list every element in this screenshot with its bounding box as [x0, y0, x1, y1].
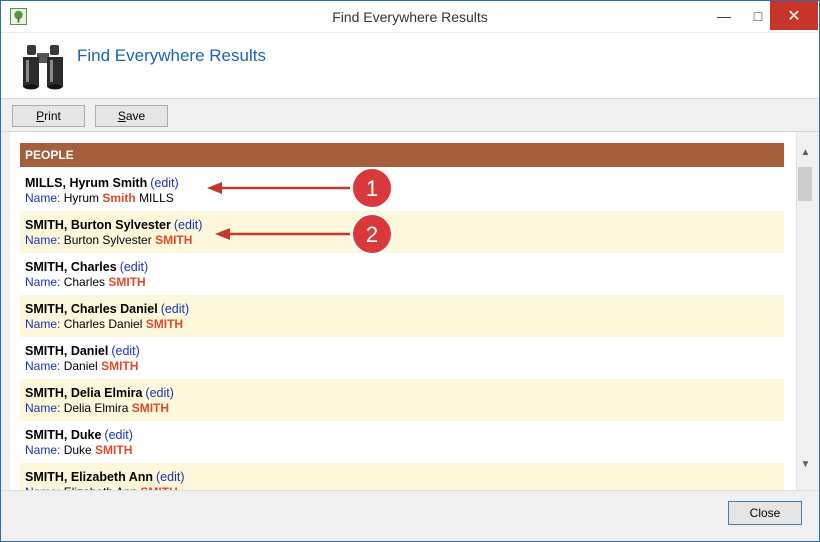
- match-highlight: SMITH: [108, 275, 146, 289]
- field-label: Name:: [25, 233, 61, 247]
- binoculars-icon: [23, 45, 63, 90]
- name-prefix: Hyrum: [63, 191, 100, 205]
- field-label: Name:: [25, 401, 61, 415]
- name-prefix: Burton Sylvester: [63, 233, 152, 247]
- scroll-down-icon[interactable]: ▼: [797, 458, 814, 472]
- scroll-up-icon[interactable]: ▲: [797, 146, 814, 160]
- match-highlight: SMITH: [131, 401, 170, 415]
- window-title: Find Everywhere Results: [332, 9, 488, 25]
- match-highlight: SMITH: [101, 359, 139, 373]
- name-prefix: Delia Elmira: [63, 401, 129, 415]
- name-suffix: MILLS: [139, 191, 174, 205]
- results-pane[interactable]: PEOPLE MILLS, Hyrum Smith (edit) Name: Hyr…: [10, 132, 796, 490]
- table-row: SMITH, Duke (edit) Name: Duke SMITH: [20, 421, 784, 463]
- field-label: Name:: [25, 317, 61, 331]
- match-highlight: SMITH: [95, 443, 133, 457]
- person-name: SMITH, Elizabeth Ann (edit): [25, 470, 185, 484]
- name-detail: Name: Charles Daniel SMITH: [25, 317, 784, 332]
- edit-link[interactable]: (edit): [104, 428, 132, 442]
- table-row: MILLS, Hyrum Smith (edit) Name: Hyrum Smit…: [20, 169, 784, 211]
- edit-link[interactable]: (edit): [111, 344, 139, 358]
- person-name: SMITH, Delia Elmira (edit): [25, 386, 174, 400]
- table-row: SMITH, Delia Elmira (edit) Name: Delia Elm…: [20, 379, 784, 421]
- print-button[interactable]: Print: [12, 105, 85, 127]
- edit-link[interactable]: (edit): [174, 218, 202, 232]
- edit-link[interactable]: (edit): [120, 260, 148, 274]
- results-list: MILLS, Hyrum Smith (edit) Name: Hyrum Smit…: [20, 169, 784, 490]
- match-highlight: Smith: [102, 191, 136, 205]
- dialog-header: Find Everywhere Results: [1, 32, 819, 99]
- person-name: SMITH, Charles (edit): [25, 260, 149, 274]
- table-row: SMITH, Elizabeth Ann(edit)Name: Elizabet…: [20, 463, 784, 490]
- dialog-footer: Close: [1, 490, 819, 541]
- edit-link[interactable]: (edit): [145, 386, 173, 400]
- name-detail: Name: Charles SMITH: [25, 275, 784, 290]
- person-name: SMITH, Duke (edit): [25, 428, 133, 442]
- name-prefix: Daniel: [63, 359, 98, 373]
- close-window-button[interactable]: ✕: [770, 1, 818, 30]
- section-header-people: PEOPLE: [20, 143, 784, 167]
- edit-link[interactable]: (edit): [156, 470, 184, 484]
- person-name: MILLS, Hyrum Smith (edit): [25, 176, 179, 190]
- name-detail: Name: Duke SMITH: [25, 443, 784, 458]
- scrollbar-thumb[interactable]: [798, 167, 812, 201]
- name-detail: Name: Delia Elmira SMITH: [25, 401, 784, 416]
- person-name: SMITH, Daniel (edit): [25, 344, 140, 358]
- field-label: Name:: [25, 191, 61, 205]
- field-label: Name:: [25, 275, 61, 289]
- name-detail: Name: Burton Sylvester SMITH: [25, 233, 784, 248]
- name-prefix: Charles Daniel: [63, 317, 143, 331]
- table-row: SMITH, Charles Daniel (edit) Name: Charles…: [20, 295, 784, 337]
- find-everywhere-window: Find Everywhere Results — □ ✕ Find Every…: [0, 0, 820, 542]
- match-highlight: SMITH: [145, 317, 184, 331]
- edit-link[interactable]: (edit): [161, 302, 189, 316]
- page-title: Find Everywhere Results: [77, 46, 266, 65]
- table-row: SMITH, Burton Sylvester (edit) Name: Burto…: [20, 211, 784, 253]
- close-button[interactable]: Close: [728, 501, 802, 525]
- match-highlight: SMITH: [155, 233, 193, 247]
- table-row: SMITH, Charles (edit) Name: Charles SMITH: [20, 253, 784, 295]
- name-detail: Name: Hyrum Smith MILLS: [25, 191, 784, 206]
- name-prefix: Duke: [63, 443, 92, 457]
- vertical-scrollbar[interactable]: ▲ ▼: [796, 132, 813, 490]
- person-name: SMITH, Burton Sylvester (edit): [25, 218, 203, 232]
- table-row: SMITH, Daniel (edit) Name: Daniel SMITH: [20, 337, 784, 379]
- save-button[interactable]: Save: [95, 105, 168, 127]
- person-name: SMITH, Charles Daniel (edit): [25, 302, 190, 316]
- title-bar[interactable]: Find Everywhere Results — □ ✕: [1, 1, 819, 32]
- name-detail: Name: Daniel SMITH: [25, 359, 784, 374]
- field-label: Name:: [25, 359, 61, 373]
- minimize-button[interactable]: —: [707, 1, 741, 30]
- name-prefix: Charles: [63, 275, 106, 289]
- field-label: Name:: [25, 443, 61, 457]
- edit-link[interactable]: (edit): [150, 176, 178, 190]
- toolbar: Print Save: [1, 99, 819, 132]
